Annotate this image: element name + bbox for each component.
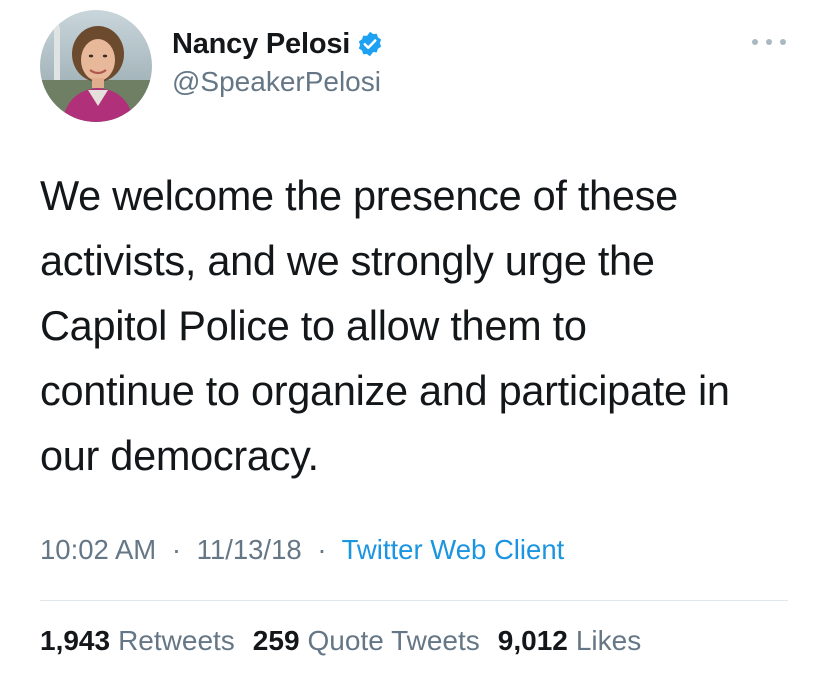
quote-tweets-label: Quote Tweets (307, 625, 480, 656)
likes-label: Likes (575, 625, 642, 656)
more-dot (780, 39, 786, 45)
retweets-stat[interactable]: 1,943 Retweets (40, 625, 235, 657)
tweet-client-link[interactable]: Twitter Web Client (342, 534, 565, 565)
display-name[interactable]: Nancy Pelosi (172, 28, 350, 61)
likes-count: 9,012 (497, 625, 568, 656)
retweets-label: Retweets (118, 625, 235, 656)
tweet-date[interactable]: 11/13/18 (197, 534, 302, 565)
more-dot (752, 39, 758, 45)
retweets-count: 1,943 (40, 625, 111, 656)
meta-separator: · (171, 534, 182, 565)
more-dot (766, 39, 772, 45)
user-handle[interactable]: @SpeakerPelosi (172, 66, 381, 98)
divider (40, 600, 788, 601)
engagement-stats: 1,943 Retweets 259 Quote Tweets 9,012 Likes (40, 625, 659, 657)
tweet-time[interactable]: 10:02 AM (40, 534, 156, 565)
tweet-text: We welcome the presence of these activis… (40, 163, 800, 488)
tweet-line: We welcome the presence of these (40, 172, 678, 219)
tweet-line: our democracy. (40, 432, 319, 479)
profile-photo (40, 10, 152, 122)
tweet-line: Capitol Police to allow them to (40, 302, 587, 349)
tweet-line: activists, and we strongly urge the (40, 237, 655, 284)
tweet-meta: 10:02 AM · 11/13/18 · Twitter Web Client (40, 534, 564, 566)
tweet-card: Nancy Pelosi @SpeakerPelosi We welcome t… (0, 0, 828, 676)
verified-badge-icon (356, 30, 384, 58)
avatar[interactable] (40, 10, 152, 122)
quote-tweets-stat[interactable]: 259 Quote Tweets (253, 625, 480, 657)
more-options-icon[interactable] (752, 32, 786, 52)
author-name-row: Nancy Pelosi (172, 24, 384, 64)
tweet-line: continue to organize and participate in (40, 367, 730, 414)
meta-separator: · (317, 534, 327, 565)
likes-stat[interactable]: 9,012 Likes (498, 625, 641, 657)
quote-tweets-count: 259 (252, 625, 300, 656)
